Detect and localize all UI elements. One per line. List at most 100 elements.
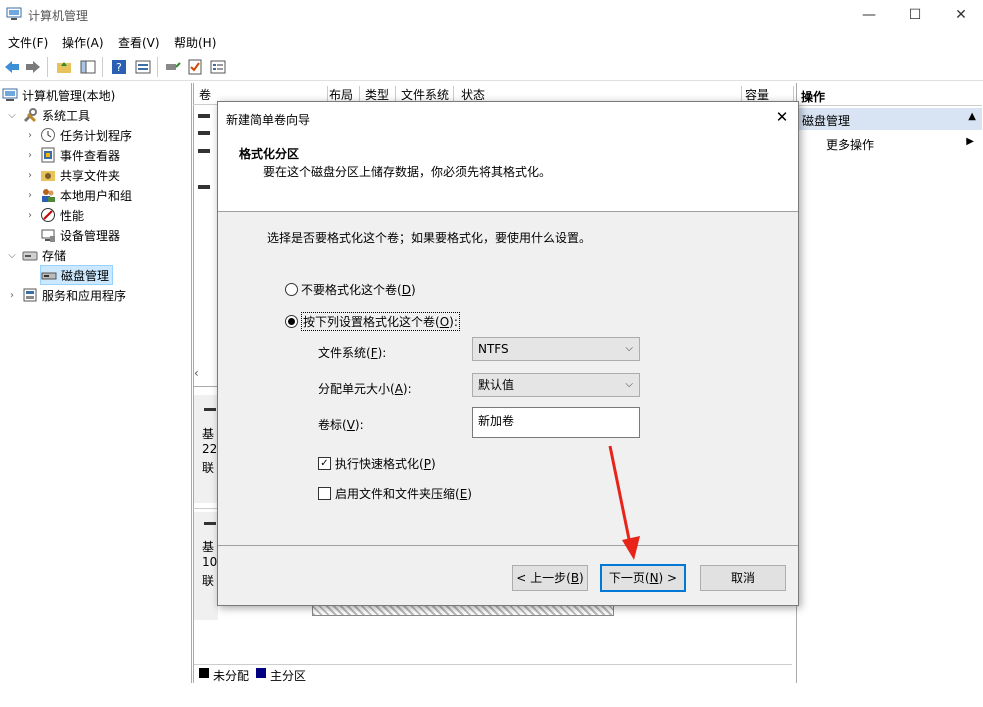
device-manager-icon: [40, 227, 56, 243]
tools-icon: [22, 107, 38, 123]
computer-management-icon: [6, 7, 22, 21]
computer-icon: [2, 87, 18, 103]
disk-icon: [41, 267, 57, 283]
checklist-icon[interactable]: [186, 58, 204, 76]
radio-format-label: 按下列设置格式化这个卷(O):: [301, 312, 460, 331]
checkbox-checked-icon[interactable]: ✓: [318, 457, 331, 470]
back-arrow-icon[interactable]: [3, 58, 21, 76]
collapse-triangle-icon[interactable]: ▲: [968, 111, 976, 122]
format-question: 选择是否要格式化这个卷；如果要格式化，要使用什么设置。: [267, 231, 592, 245]
tree-item-performance[interactable]: › 性能: [2, 205, 190, 225]
tree-label: 事件查看器: [60, 148, 121, 163]
checkbox-unchecked-icon[interactable]: [318, 487, 331, 500]
chevron-right-icon[interactable]: ›: [6, 290, 18, 301]
annotation-arrow-head: [622, 536, 640, 560]
tree-label: 共享文件夹: [60, 168, 121, 183]
list-view-icon[interactable]: [209, 58, 227, 76]
radio-button-icon[interactable]: [285, 283, 298, 296]
disk-label-cell: 基 10 联: [194, 512, 218, 620]
scroll-left-arrow-icon[interactable]: ‹: [194, 366, 216, 384]
chevron-down-icon[interactable]: ⌵: [6, 250, 18, 261]
wizard-close-button[interactable]: ✕: [770, 106, 794, 128]
chevron-right-icon[interactable]: ›: [24, 170, 36, 181]
forward-arrow-icon[interactable]: [24, 58, 42, 76]
disk-status-label: 联: [202, 461, 215, 475]
chevron-down-icon[interactable]: ⌵: [6, 110, 18, 121]
tree-item-task-scheduler[interactable]: › 任务计划程序: [2, 125, 190, 145]
tree-item-root[interactable]: 计算机管理(本地): [2, 85, 190, 105]
menu-help[interactable]: 帮助(H): [174, 34, 216, 51]
close-button[interactable]: ✕: [938, 0, 983, 30]
connect-icon[interactable]: [164, 58, 182, 76]
folder-up-icon[interactable]: [55, 58, 73, 76]
allocation-size-select[interactable]: 默认值 ⌵: [472, 373, 640, 397]
wizard-subheading: 要在这个磁盘分区上储存数据，你必须先将其格式化。: [263, 165, 552, 179]
users-icon: [40, 187, 56, 203]
chevron-right-icon[interactable]: ›: [24, 190, 36, 201]
header-divider: [218, 211, 798, 212]
volume-label-input[interactable]: 新加卷: [472, 407, 640, 438]
volume-icon: [198, 114, 210, 118]
next-button[interactable]: 下一页(N) >: [600, 564, 686, 592]
tree-item-disk-management[interactable]: 磁盘管理: [2, 265, 190, 285]
window-title: 计算机管理: [28, 9, 89, 23]
tree-item-shared-folders[interactable]: › 共享文件夹: [2, 165, 190, 185]
chevron-down-icon: ⌵: [625, 343, 633, 354]
menu-action[interactable]: 操作(A): [62, 34, 104, 51]
menu-view[interactable]: 查看(V): [118, 34, 160, 51]
annotation-arrow: [608, 445, 640, 560]
maximize-button[interactable]: ☐: [892, 0, 938, 30]
tree-label: 本地用户和组: [60, 188, 133, 203]
compression-checkbox[interactable]: 启用文件和文件夹压缩(E): [318, 485, 472, 502]
tree-item-event-viewer[interactable]: › 事件查看器: [2, 145, 190, 165]
tree-label: 计算机管理(本地): [22, 88, 116, 103]
wizard-title: 新建简单卷向导: [226, 113, 311, 127]
help-icon[interactable]: ?: [110, 58, 128, 76]
disk-type-label: 基: [202, 427, 215, 441]
show-hide-tree-icon[interactable]: [79, 58, 97, 76]
tree-item-system-tools[interactable]: ⌵ 系统工具: [2, 105, 190, 125]
close-icon: ✕: [955, 7, 967, 23]
filesystem-select[interactable]: NTFS ⌵: [472, 337, 640, 361]
more-actions-item[interactable]: 更多操作 ▶: [797, 133, 982, 153]
tree-item-local-users[interactable]: › 本地用户和组: [2, 185, 190, 205]
disk-status-label: 联: [202, 574, 215, 588]
disk-type-label: 基: [202, 540, 215, 554]
tree-label: 性能: [60, 208, 85, 223]
menu-file[interactable]: 文件(F): [8, 34, 48, 51]
clock-icon: [40, 127, 56, 143]
actions-section-disk-management[interactable]: 磁盘管理 ▲: [797, 108, 982, 130]
toolbar-separator: [47, 57, 48, 77]
chevron-right-icon[interactable]: ›: [24, 210, 36, 221]
cancel-button[interactable]: 取消: [700, 565, 786, 591]
quick-format-checkbox[interactable]: ✓ 执行快速格式化(P): [318, 455, 436, 472]
legend-unallocated-label: 未分配: [213, 669, 250, 683]
radio-format[interactable]: 按下列设置格式化这个卷(O):: [285, 312, 460, 331]
tree-item-services-apps[interactable]: › 服务和应用程序: [2, 285, 190, 305]
tree-label: 磁盘管理: [61, 268, 110, 283]
actions-header: 操作: [797, 85, 982, 106]
chevron-right-icon[interactable]: ›: [24, 150, 36, 161]
radio-no-format[interactable]: 不要格式化这个卷(D): [285, 281, 416, 298]
tree-label: 系统工具: [42, 108, 91, 123]
svg-text:?: ?: [116, 61, 122, 74]
properties-view-icon[interactable]: [134, 58, 152, 76]
chevron-down-icon: ⌵: [625, 379, 633, 390]
storage-icon: [22, 247, 38, 263]
chevron-right-icon[interactable]: ›: [24, 130, 36, 141]
back-button[interactable]: < 上一步(B): [512, 565, 588, 591]
disk-icon: [204, 522, 216, 525]
allocation-size-label: 分配单元大小(A):: [318, 382, 412, 396]
tree-item-device-manager[interactable]: 设备管理器: [2, 225, 190, 245]
tree-label: 服务和应用程序: [42, 288, 127, 303]
tree-label: 设备管理器: [60, 228, 121, 243]
minimize-button[interactable]: —: [846, 0, 892, 30]
tree-item-storage[interactable]: ⌵ 存储: [2, 245, 190, 265]
radio-button-selected-icon[interactable]: [285, 315, 298, 328]
compression-label: 启用文件和文件夹压缩(E): [335, 487, 472, 501]
selected-highlight: 磁盘管理: [40, 265, 114, 285]
actions-section-label: 磁盘管理: [802, 114, 851, 128]
legend-unallocated-swatch: [199, 668, 209, 678]
maximize-icon: ☐: [908, 7, 922, 23]
close-icon: ✕: [775, 108, 789, 126]
